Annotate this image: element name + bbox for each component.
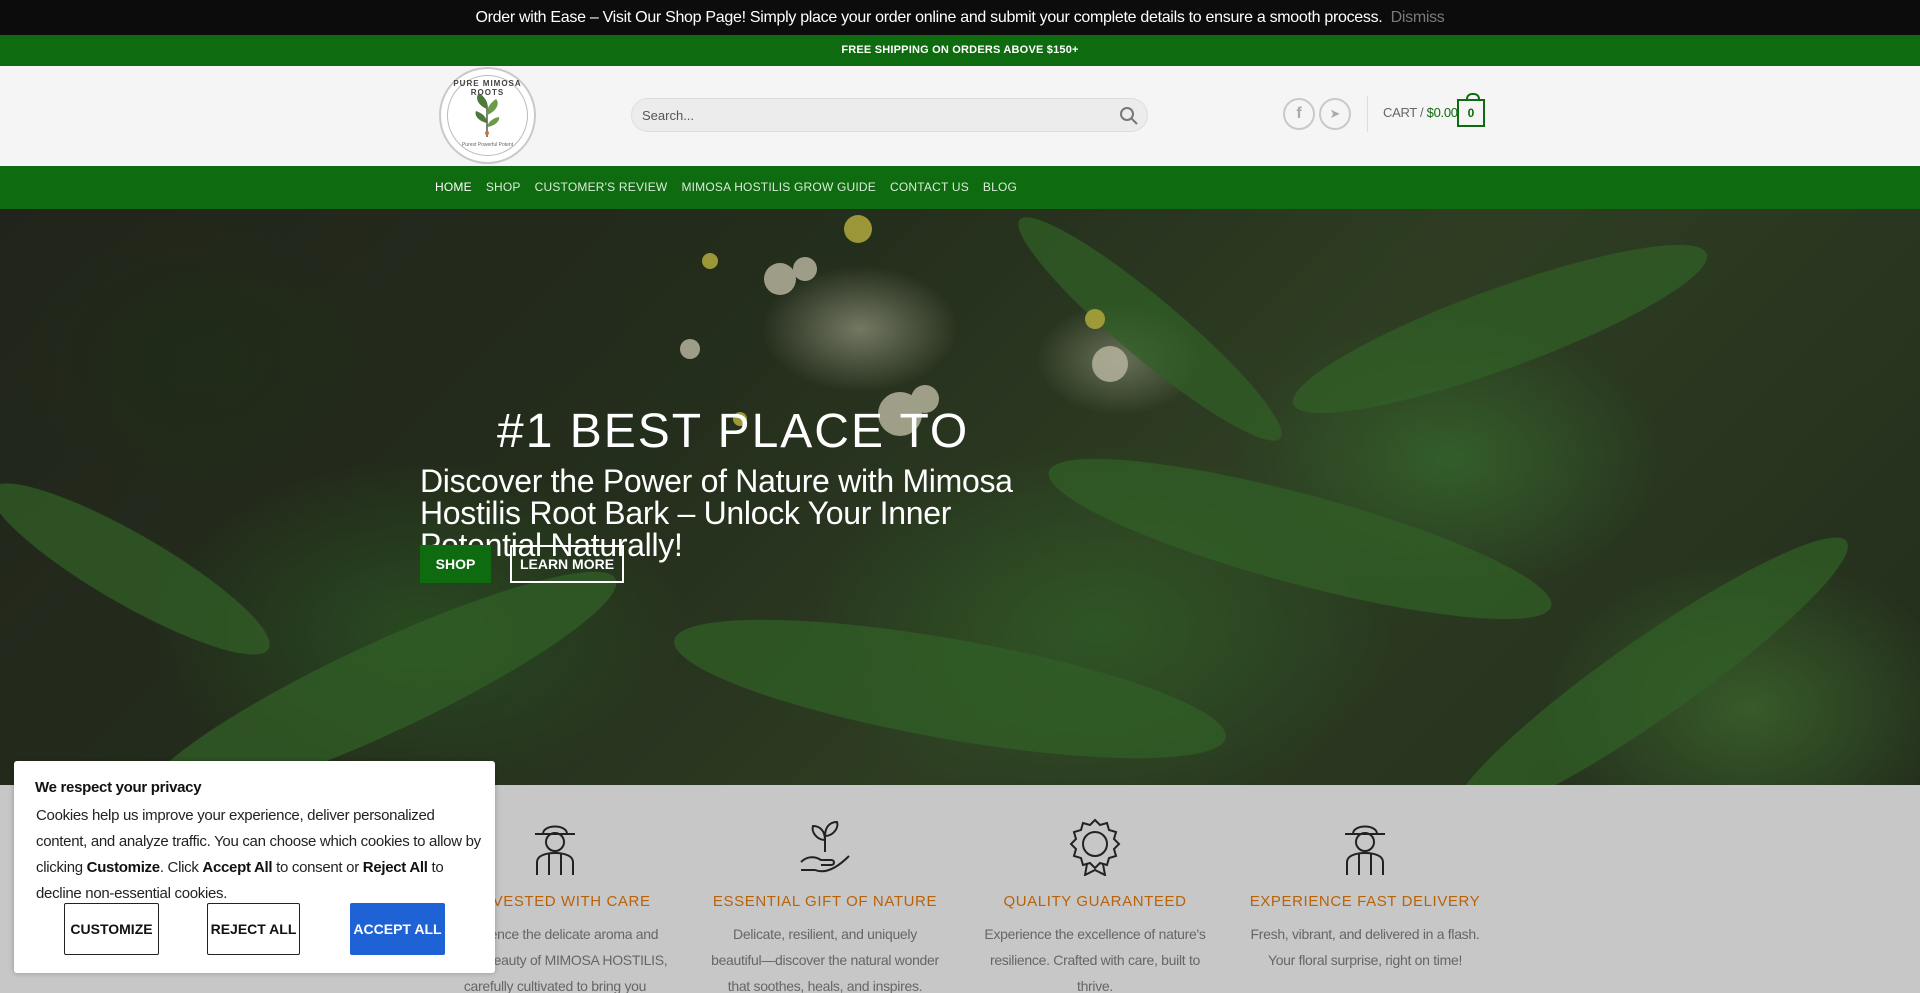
customize-button[interactable]: CUSTOMIZE [64, 903, 159, 955]
cookie-reject-word: Reject All [362, 859, 428, 876]
cart-bag-icon[interactable]: 0 [1457, 93, 1485, 127]
feature-text: Delicate, resilient, and uniquely beauti… [711, 926, 939, 993]
facebook-button[interactable]: f [1283, 98, 1315, 130]
facebook-icon: f [1296, 105, 1302, 122]
cookie-text-part: . Click [159, 859, 203, 876]
farmer-icon [535, 825, 575, 875]
site-logo[interactable]: PURE MIMOSA ROOTS Purest Powerful Potent [439, 67, 536, 164]
feature-text: Experience the excellence of nature's re… [984, 926, 1206, 993]
nav-item-shop[interactable]: SHOP [486, 166, 521, 209]
cookie-consent-dialog: We respect your privacy Cookies help us … [14, 761, 495, 973]
nav-item-blog[interactable]: BLOG [983, 166, 1017, 209]
nav-item-contact[interactable]: CONTACT US [890, 166, 969, 209]
quality-badge-icon [1069, 818, 1121, 876]
dismiss-link[interactable]: Dismiss [1391, 9, 1445, 26]
logo-bottom-text: Purest Powerful Potent [461, 142, 514, 148]
main-nav: HOME SHOP CUSTOMER'S REVIEW MIMOSA HOSTI… [0, 166, 1920, 209]
cookie-text-part: to consent or [272, 859, 363, 876]
telegram-button[interactable]: ➤ [1319, 98, 1351, 130]
cookie-title: We respect your privacy [35, 779, 202, 796]
nav-item-customers-review[interactable]: CUSTOMER'S REVIEW [535, 166, 668, 209]
learn-more-button[interactable]: LEARN MORE [510, 545, 624, 583]
search-bar [631, 98, 1148, 132]
logo-plant-icon [475, 93, 500, 137]
cart-link[interactable]: CART / $0.00 [1383, 102, 1458, 124]
shipping-banner: FREE SHIPPING ON ORDERS ABOVE $150+ [0, 35, 1920, 66]
notice-text: Order with Ease – Visit Our Shop Page! S… [475, 9, 1383, 26]
feature-title: QUALITY GUARANTEED [1003, 893, 1187, 910]
shipping-text: FREE SHIPPING ON ORDERS ABOVE $150+ [841, 44, 1079, 56]
nav-item-grow-guide[interactable]: MIMOSA HOSTILIS GROW GUIDE [681, 166, 876, 209]
telegram-icon: ➤ [1329, 106, 1341, 121]
nav-item-home[interactable]: HOME [435, 166, 472, 209]
cart-amount: $0.00 [1426, 105, 1458, 120]
site-header: PURE MIMOSA ROOTS Purest Powerful Potent… [0, 66, 1920, 166]
feature-text: Fresh, vibrant, and delivered in a flash… [1250, 926, 1480, 968]
search-input[interactable] [642, 99, 1102, 131]
farmer-icon [1345, 825, 1385, 875]
hand-plant-icon [800, 820, 850, 873]
cookie-text: Cookies help us improve your experience,… [36, 803, 486, 907]
hero-kicker: #1 BEST PLACE TO [497, 405, 970, 458]
cart-label: CART / [1383, 105, 1424, 120]
cookie-accept-word: Accept All [202, 859, 273, 876]
feature-title: ESSENTIAL GIFT OF NATURE [712, 893, 938, 910]
reject-all-button[interactable]: REJECT ALL [207, 903, 300, 955]
cart-count: 0 [1467, 106, 1475, 120]
hero-banner: #1 BEST PLACE TO Discover the Power of N… [0, 209, 1920, 785]
search-icon[interactable] [1119, 106, 1139, 126]
feature-title: EXPERIENCE FAST DELIVERY [1249, 893, 1481, 910]
accept-all-button[interactable]: ACCEPT ALL [350, 903, 445, 955]
header-divider [1367, 96, 1368, 132]
cookie-customize-word: Customize [86, 859, 160, 876]
store-notice: Order with Ease – Visit Our Shop Page! S… [0, 0, 1920, 35]
shop-button[interactable]: SHOP [420, 545, 491, 583]
